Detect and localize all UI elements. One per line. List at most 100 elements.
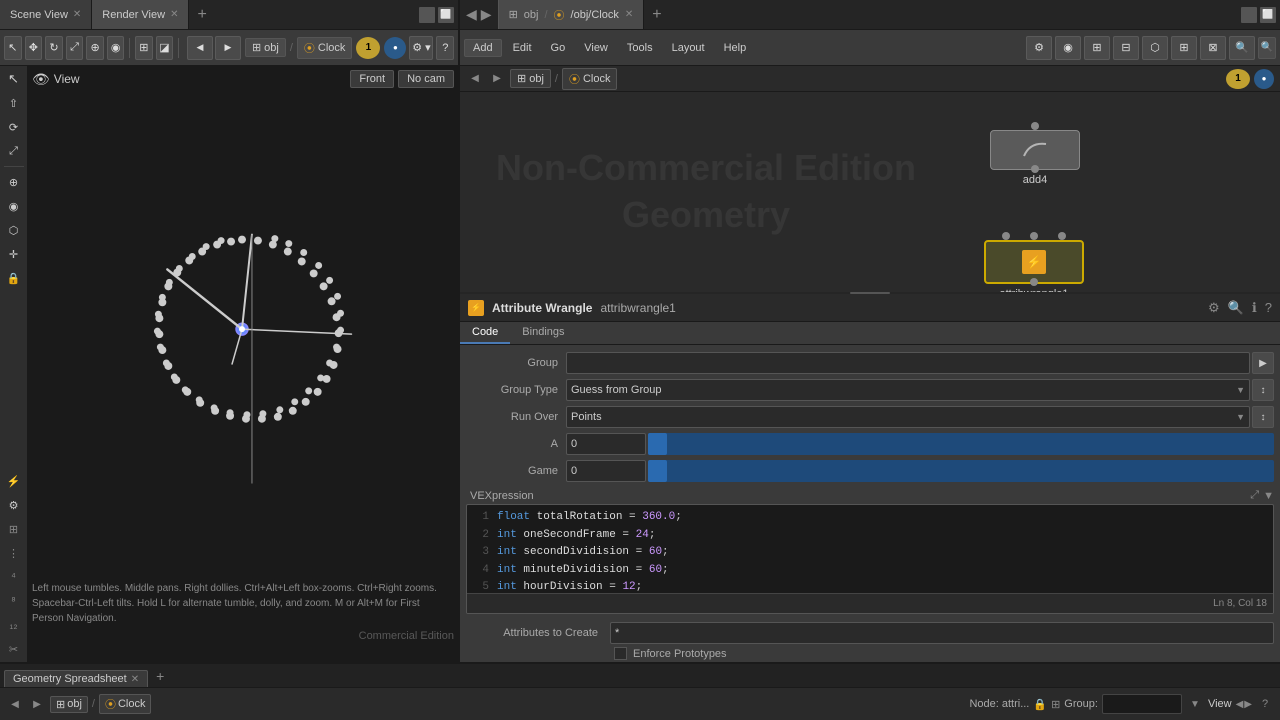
enforce-checkbox[interactable] [614, 647, 627, 660]
net-tool-7[interactable]: ⊠ [1200, 36, 1226, 60]
net-search[interactable]: 🔍 [1258, 37, 1276, 59]
a-value-field[interactable]: 0 [566, 433, 646, 455]
maximize-btn[interactable]: ⬜ [438, 7, 454, 23]
run-over-btn[interactable]: ↕ [1252, 406, 1274, 428]
wrangle-help-btn[interactable]: ? [1265, 300, 1272, 315]
layout-menu[interactable]: Layout [664, 40, 713, 56]
frame-btn[interactable]: 1 [356, 37, 380, 59]
vex-editor[interactable]: 1 float totalRotation = 360.0; 2 int one… [466, 504, 1274, 614]
nav-arrows[interactable]: ◀ ▶ [187, 36, 241, 60]
net-tool-6[interactable]: ⊞ [1171, 36, 1197, 60]
bottom-group-input[interactable] [1102, 694, 1182, 714]
vp-tool-16[interactable]: ₁₂ [3, 614, 25, 636]
vex-code-area[interactable]: 1 float totalRotation = 360.0; 2 int one… [467, 505, 1273, 593]
node-add4[interactable]: add4 [990, 122, 1080, 186]
wrangle-search-btn[interactable]: 🔍 [1228, 300, 1244, 316]
net-back[interactable]: ◀ [466, 70, 484, 88]
tab-add-right[interactable]: + [644, 0, 669, 29]
geo-spreadsheet-tab[interactable]: Geometry Spreadsheet ✕ [4, 670, 148, 687]
node-attribwrangle1[interactable]: ⚡ attribwrangle1 🔒 [984, 232, 1084, 292]
geo-tab-add[interactable]: + [150, 666, 170, 686]
tool-4[interactable]: ⊕ [86, 36, 104, 60]
clock-path-btn[interactable]: ⦿ Clock [297, 37, 353, 59]
vp-tool-4[interactable]: ⤢ [3, 140, 25, 162]
net-frame-indicator[interactable]: 1 ● [1226, 69, 1274, 89]
nav-back-vp[interactable]: ◀ [187, 36, 213, 60]
record-btn[interactable]: ● [384, 37, 406, 59]
right-layout-btn[interactable] [1241, 7, 1257, 23]
add-menu[interactable]: Add [464, 39, 502, 57]
net-tool-5[interactable]: ⬡ [1142, 36, 1168, 60]
help-menu[interactable]: Help [716, 40, 755, 56]
net-tool-2[interactable]: ◉ [1055, 36, 1081, 60]
run-over-select[interactable]: Points ▼ [566, 406, 1250, 428]
vp-tool-15[interactable]: ⁸ [3, 590, 25, 612]
front-btn[interactable]: Front [350, 70, 394, 88]
vex-more[interactable]: ▼ [1263, 490, 1274, 502]
tools-menu[interactable]: Tools [619, 40, 661, 56]
bottom-nav-fwd[interactable]: ▶ [28, 695, 46, 713]
vp-tool-1[interactable]: ↖ [3, 68, 25, 90]
attribs-input[interactable]: * [610, 622, 1274, 644]
vp-tool-3[interactable]: ⟳ [3, 116, 25, 138]
bottom-nav-back[interactable]: ◀ [6, 695, 24, 713]
vp-tool-10[interactable]: ⚡ [3, 470, 25, 492]
tab-scene-view[interactable]: Scene View ✕ [0, 0, 92, 29]
edit-menu[interactable]: Edit [505, 40, 540, 56]
tab-code[interactable]: Code [460, 322, 510, 344]
vp-tool-8[interactable]: ✛ [3, 243, 25, 265]
net-tool-3[interactable]: ⊞ [1084, 36, 1110, 60]
bottom-clock-btn[interactable]: ⦿Clock [99, 694, 152, 714]
vp-tool-12[interactable]: ⊞ [3, 518, 25, 540]
bottom-filter-btn[interactable]: ▼ [1186, 695, 1204, 713]
bottom-view-arrows[interactable]: ◀ ▶ [1236, 699, 1252, 710]
nav-fwd-vp[interactable]: ▶ [215, 36, 241, 60]
tab-obj-clock[interactable]: ⊞ obj / ⦿ /obj/Clock ✕ [498, 0, 645, 29]
vp-tool-5[interactable]: ⊕ [3, 171, 25, 193]
bottom-help-btn[interactable]: ? [1256, 695, 1274, 713]
wrangle-settings-btn[interactable]: ⚙ [1208, 300, 1220, 316]
vp-tool-7[interactable]: ⬡ [3, 219, 25, 241]
view-menu[interactable]: View [576, 40, 616, 56]
vp-tool-11[interactable]: ⚙ [3, 494, 25, 516]
render-view-close[interactable]: ✕ [170, 9, 178, 20]
scene-view-close[interactable]: ✕ [73, 9, 81, 20]
cam-btn[interactable]: No cam [398, 70, 454, 88]
game-value-field[interactable]: 0 [566, 460, 646, 482]
vex-expand[interactable]: ⤢ [1250, 489, 1259, 502]
geo-tab-close[interactable]: ✕ [131, 674, 139, 685]
vp-tool-2[interactable]: ⇧ [3, 92, 25, 114]
group-input[interactable] [566, 352, 1250, 374]
tab-bindings[interactable]: Bindings [510, 322, 576, 344]
tab-add-left[interactable]: + [189, 0, 214, 29]
group-type-arrow[interactable]: ↕ [1252, 379, 1274, 401]
net-tool-1[interactable]: ⚙ [1026, 36, 1052, 60]
net-obj-btn[interactable]: ⊞ obj [510, 69, 551, 88]
tool-6[interactable]: ⊞ [135, 36, 153, 60]
tool-scale[interactable]: ⤢ [66, 36, 84, 60]
help-btn[interactable]: ? [436, 36, 454, 60]
tool-7[interactable]: ◪ [156, 36, 174, 60]
tool-5[interactable]: ◉ [107, 36, 125, 60]
net-fwd[interactable]: ▶ [488, 70, 506, 88]
more-tools[interactable]: ⚙ ▾ [409, 36, 433, 60]
tool-manip[interactable]: ✥ [25, 36, 43, 60]
net-clock-btn[interactable]: ⦿ Clock [562, 68, 618, 90]
nav-back[interactable]: ◀ [466, 6, 477, 23]
game-slider[interactable] [648, 460, 1274, 482]
tool-rotate[interactable]: ↻ [45, 36, 63, 60]
bottom-obj-btn[interactable]: ⊞obj [50, 696, 88, 713]
tab-render-view[interactable]: Render View ✕ [92, 0, 189, 29]
vp-tool-14[interactable]: ⁴ [3, 566, 25, 588]
group-arrow-btn[interactable]: ▶ [1252, 352, 1274, 374]
right-max-btn[interactable]: ⬜ [1260, 7, 1276, 23]
vp-tool-13[interactable]: ⋮ [3, 542, 25, 564]
layout-btn[interactable] [419, 7, 435, 23]
tool-select[interactable]: ↖ [4, 36, 22, 60]
vp-tool-17[interactable]: ✂ [3, 638, 25, 660]
nav-forward[interactable]: ▶ [481, 6, 492, 23]
group-type-select[interactable]: Guess from Group ▼ [566, 379, 1250, 401]
vp-tool-6[interactable]: ◉ [3, 195, 25, 217]
wrangle-info-btn[interactable]: ℹ [1252, 300, 1257, 316]
net-tool-4[interactable]: ⊟ [1113, 36, 1139, 60]
